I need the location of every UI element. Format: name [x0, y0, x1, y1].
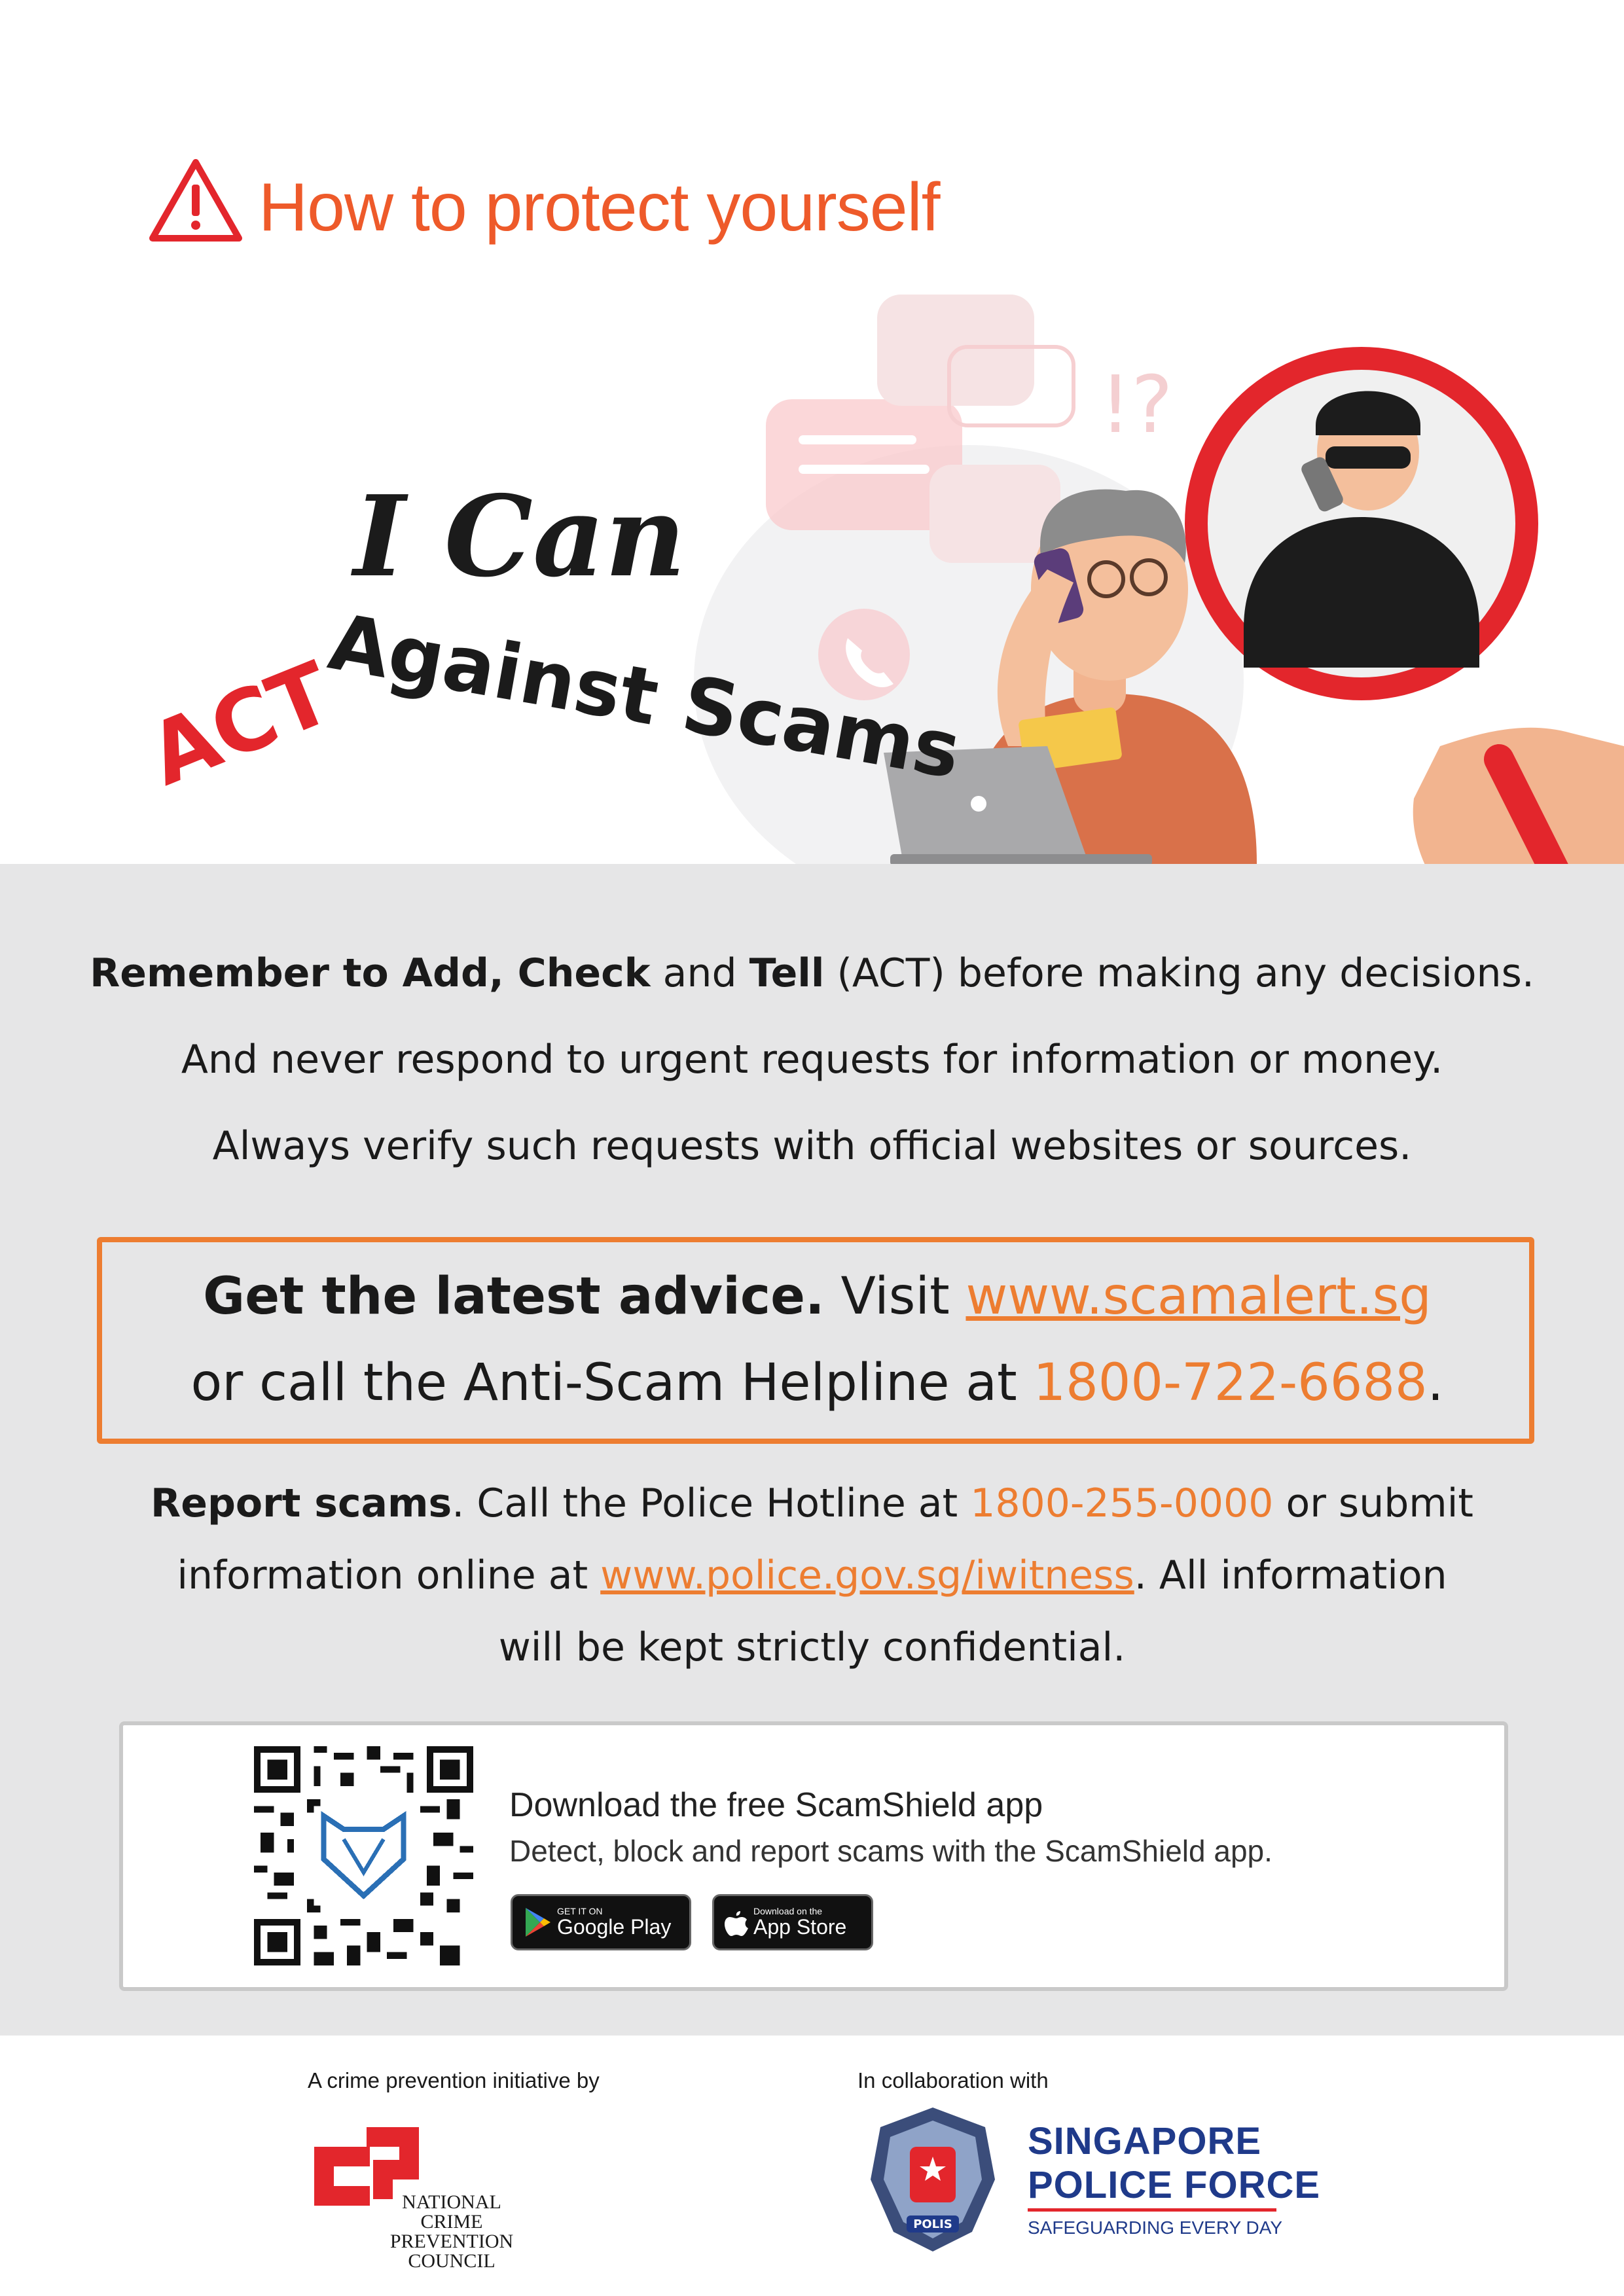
page-title: How to protect yourself [259, 170, 941, 245]
ncpc-line-2: CRIME PREVENTION [389, 2211, 514, 2252]
question-marks: !? [1100, 360, 1173, 451]
app-subtitle: Detect, block and report scams with the … [509, 1834, 1272, 1868]
report-line-2: information online at www.police.gov.sg/… [0, 1552, 1624, 1598]
report-line-1: Report scams. Call the Police Hotline at… [0, 1480, 1624, 1526]
footer: A crime prevention initiative by In coll… [0, 2036, 1624, 2296]
app-store-small: Download on the [753, 1906, 823, 1916]
info-panel: Remember to Add, Check and Tell (ACT) be… [0, 864, 1624, 2036]
google-play-label: Google Play [557, 1915, 672, 1939]
spf-divider [1028, 2208, 1276, 2212]
google-play-small: GET IT ON [557, 1906, 603, 1916]
scam-illustration: !? [694, 295, 1624, 929]
hero-illustration: !? I Can Against Scams ACT [0, 275, 1624, 929]
advice-line-2: or call the Anti-Scam Helpline at 1800-7… [5, 1354, 1624, 1412]
verify-text: Always verify such requests with officia… [212, 1123, 1412, 1169]
report-bold: Report scams [151, 1480, 452, 1526]
spf-name-line-2: POLICE FORCE [1028, 2164, 1321, 2206]
report-text-2: or submit [1273, 1480, 1473, 1526]
remember-text: Remember to [90, 950, 403, 996]
initiative-caption: A crime prevention initiative by [308, 2068, 600, 2092]
confidential-text: will be kept strictly confidential. [498, 1624, 1126, 1670]
fox-shield-icon [314, 1806, 414, 1906]
google-play-button[interactable]: GET IT ON Google Play [511, 1894, 691, 1950]
add-word: Add [402, 950, 489, 996]
ncpc-name: NATIONAL CRIME PREVENTION COUNCIL [367, 2193, 537, 2271]
scamshield-app-box: Download the free ScamShield app Detect,… [119, 1721, 1508, 1991]
apple-icon [725, 1911, 748, 1936]
warning-triangle-icon [149, 159, 242, 242]
crest-text: POLIS [913, 2217, 952, 2231]
collaboration-caption: In collaboration with [857, 2068, 1049, 2092]
check-word: Check [517, 950, 651, 996]
and-text: and [650, 950, 749, 996]
spf-crest-icon: POLIS [871, 2108, 995, 2251]
period-text: . [1427, 1354, 1444, 1412]
visit-text: Visit [824, 1267, 966, 1326]
ncpc-line-1: NATIONAL [402, 2191, 501, 2213]
iwitness-link[interactable]: www.police.gov.sg/iwitness [600, 1552, 1134, 1598]
report-text-4: . All information [1134, 1552, 1447, 1598]
spf-tagline: SAFEGUARDING EVERY DAY [1028, 2217, 1282, 2238]
hero-i-can: I Can [353, 471, 686, 602]
spf-name-line-1: SINGAPORE [1028, 2120, 1262, 2162]
app-title: Download the free ScamShield app [509, 1786, 1043, 1824]
advice-line-1: Get the latest advice. Visit www.scamale… [5, 1267, 1624, 1326]
report-text-3: information online at [177, 1552, 601, 1598]
comma-text: , [488, 950, 518, 996]
anti-scam-helpline-number[interactable]: 1800-722-6688 [1033, 1354, 1427, 1412]
act-reminder: Remember to Add, Check and Tell (ACT) be… [0, 950, 1624, 996]
advice-bold: Get the latest advice. [203, 1267, 825, 1326]
app-store-button[interactable]: Download on the App Store [712, 1894, 873, 1950]
header: How to protect yourself [147, 157, 1064, 262]
scamalert-link[interactable]: www.scamalert.sg [965, 1267, 1431, 1326]
google-play-icon [526, 1908, 550, 1937]
app-store-label: App Store [753, 1915, 847, 1939]
advice-box: Get the latest advice. Visit www.scamale… [97, 1237, 1534, 1444]
act-rest-text: (ACT) before making any decisions. [824, 950, 1534, 996]
qr-code[interactable] [254, 1746, 473, 1965]
report-text-1: . Call the Police Hotline at [452, 1480, 971, 1526]
police-hotline-number[interactable]: 1800-255-0000 [970, 1480, 1273, 1526]
helpline-prefix: or call the Anti-Scam Helpline at [190, 1354, 1034, 1412]
ncpc-line-3: COUNCIL [408, 2250, 496, 2272]
never-respond-text: And never respond to urgent requests for… [181, 1037, 1443, 1083]
tell-word: Tell [749, 950, 825, 996]
